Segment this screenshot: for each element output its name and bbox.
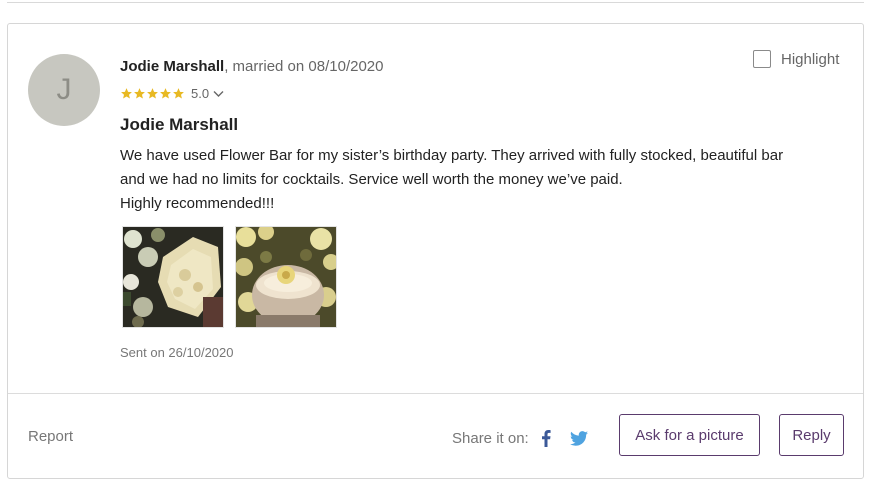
- star-rating: [120, 87, 185, 100]
- flower-wall-photo[interactable]: [122, 226, 224, 328]
- facebook-icon[interactable]: [541, 430, 551, 447]
- report-link[interactable]: Report: [28, 428, 73, 445]
- cocktail-photo[interactable]: [235, 226, 337, 328]
- rating-dropdown[interactable]: 5.0: [120, 86, 224, 101]
- card-divider: [8, 393, 863, 394]
- highlight-label: Highlight: [781, 50, 840, 68]
- author-name: Jodie Marshall: [120, 58, 225, 75]
- star-icon: [121, 88, 132, 99]
- star-icon: [147, 88, 158, 99]
- avatar: J: [28, 54, 100, 126]
- rating-value: 5.0: [191, 86, 210, 101]
- sent-date: Sent on 26/10/2020: [120, 345, 234, 360]
- twitter-icon[interactable]: [569, 431, 588, 446]
- highlight-checkbox[interactable]: [753, 50, 771, 68]
- avatar-initial: J: [56, 73, 72, 106]
- highlight-toggle[interactable]: Highlight: [753, 50, 839, 68]
- review-text-line: We have used Flower Bar for my sister’s …: [120, 147, 784, 164]
- review-photos: [122, 226, 337, 328]
- review-card: J Jodie Marshall, married on 08/10/2020 …: [7, 23, 864, 479]
- review-text-line: Highly recommended!!!: [120, 195, 275, 212]
- star-icon: [160, 88, 171, 99]
- top-divider: [7, 2, 864, 3]
- share-label: Share it on:: [452, 430, 529, 447]
- review-meta: Jodie Marshall, married on 08/10/2020: [120, 58, 383, 75]
- married-date: , married on 08/10/2020: [224, 58, 384, 75]
- review-title: Jodie Marshall: [120, 115, 239, 134]
- chevron-down-icon: [213, 90, 224, 97]
- review-text-line: and we had no limits for cocktails. Serv…: [120, 171, 623, 188]
- ask-picture-button[interactable]: Ask for a picture: [619, 414, 760, 456]
- reply-button[interactable]: Reply: [779, 414, 844, 456]
- star-icon: [134, 88, 145, 99]
- share-bar: Share it on:: [452, 430, 588, 447]
- review-text: We have used Flower Bar for my sister’s …: [120, 144, 840, 216]
- star-icon: [173, 88, 184, 99]
